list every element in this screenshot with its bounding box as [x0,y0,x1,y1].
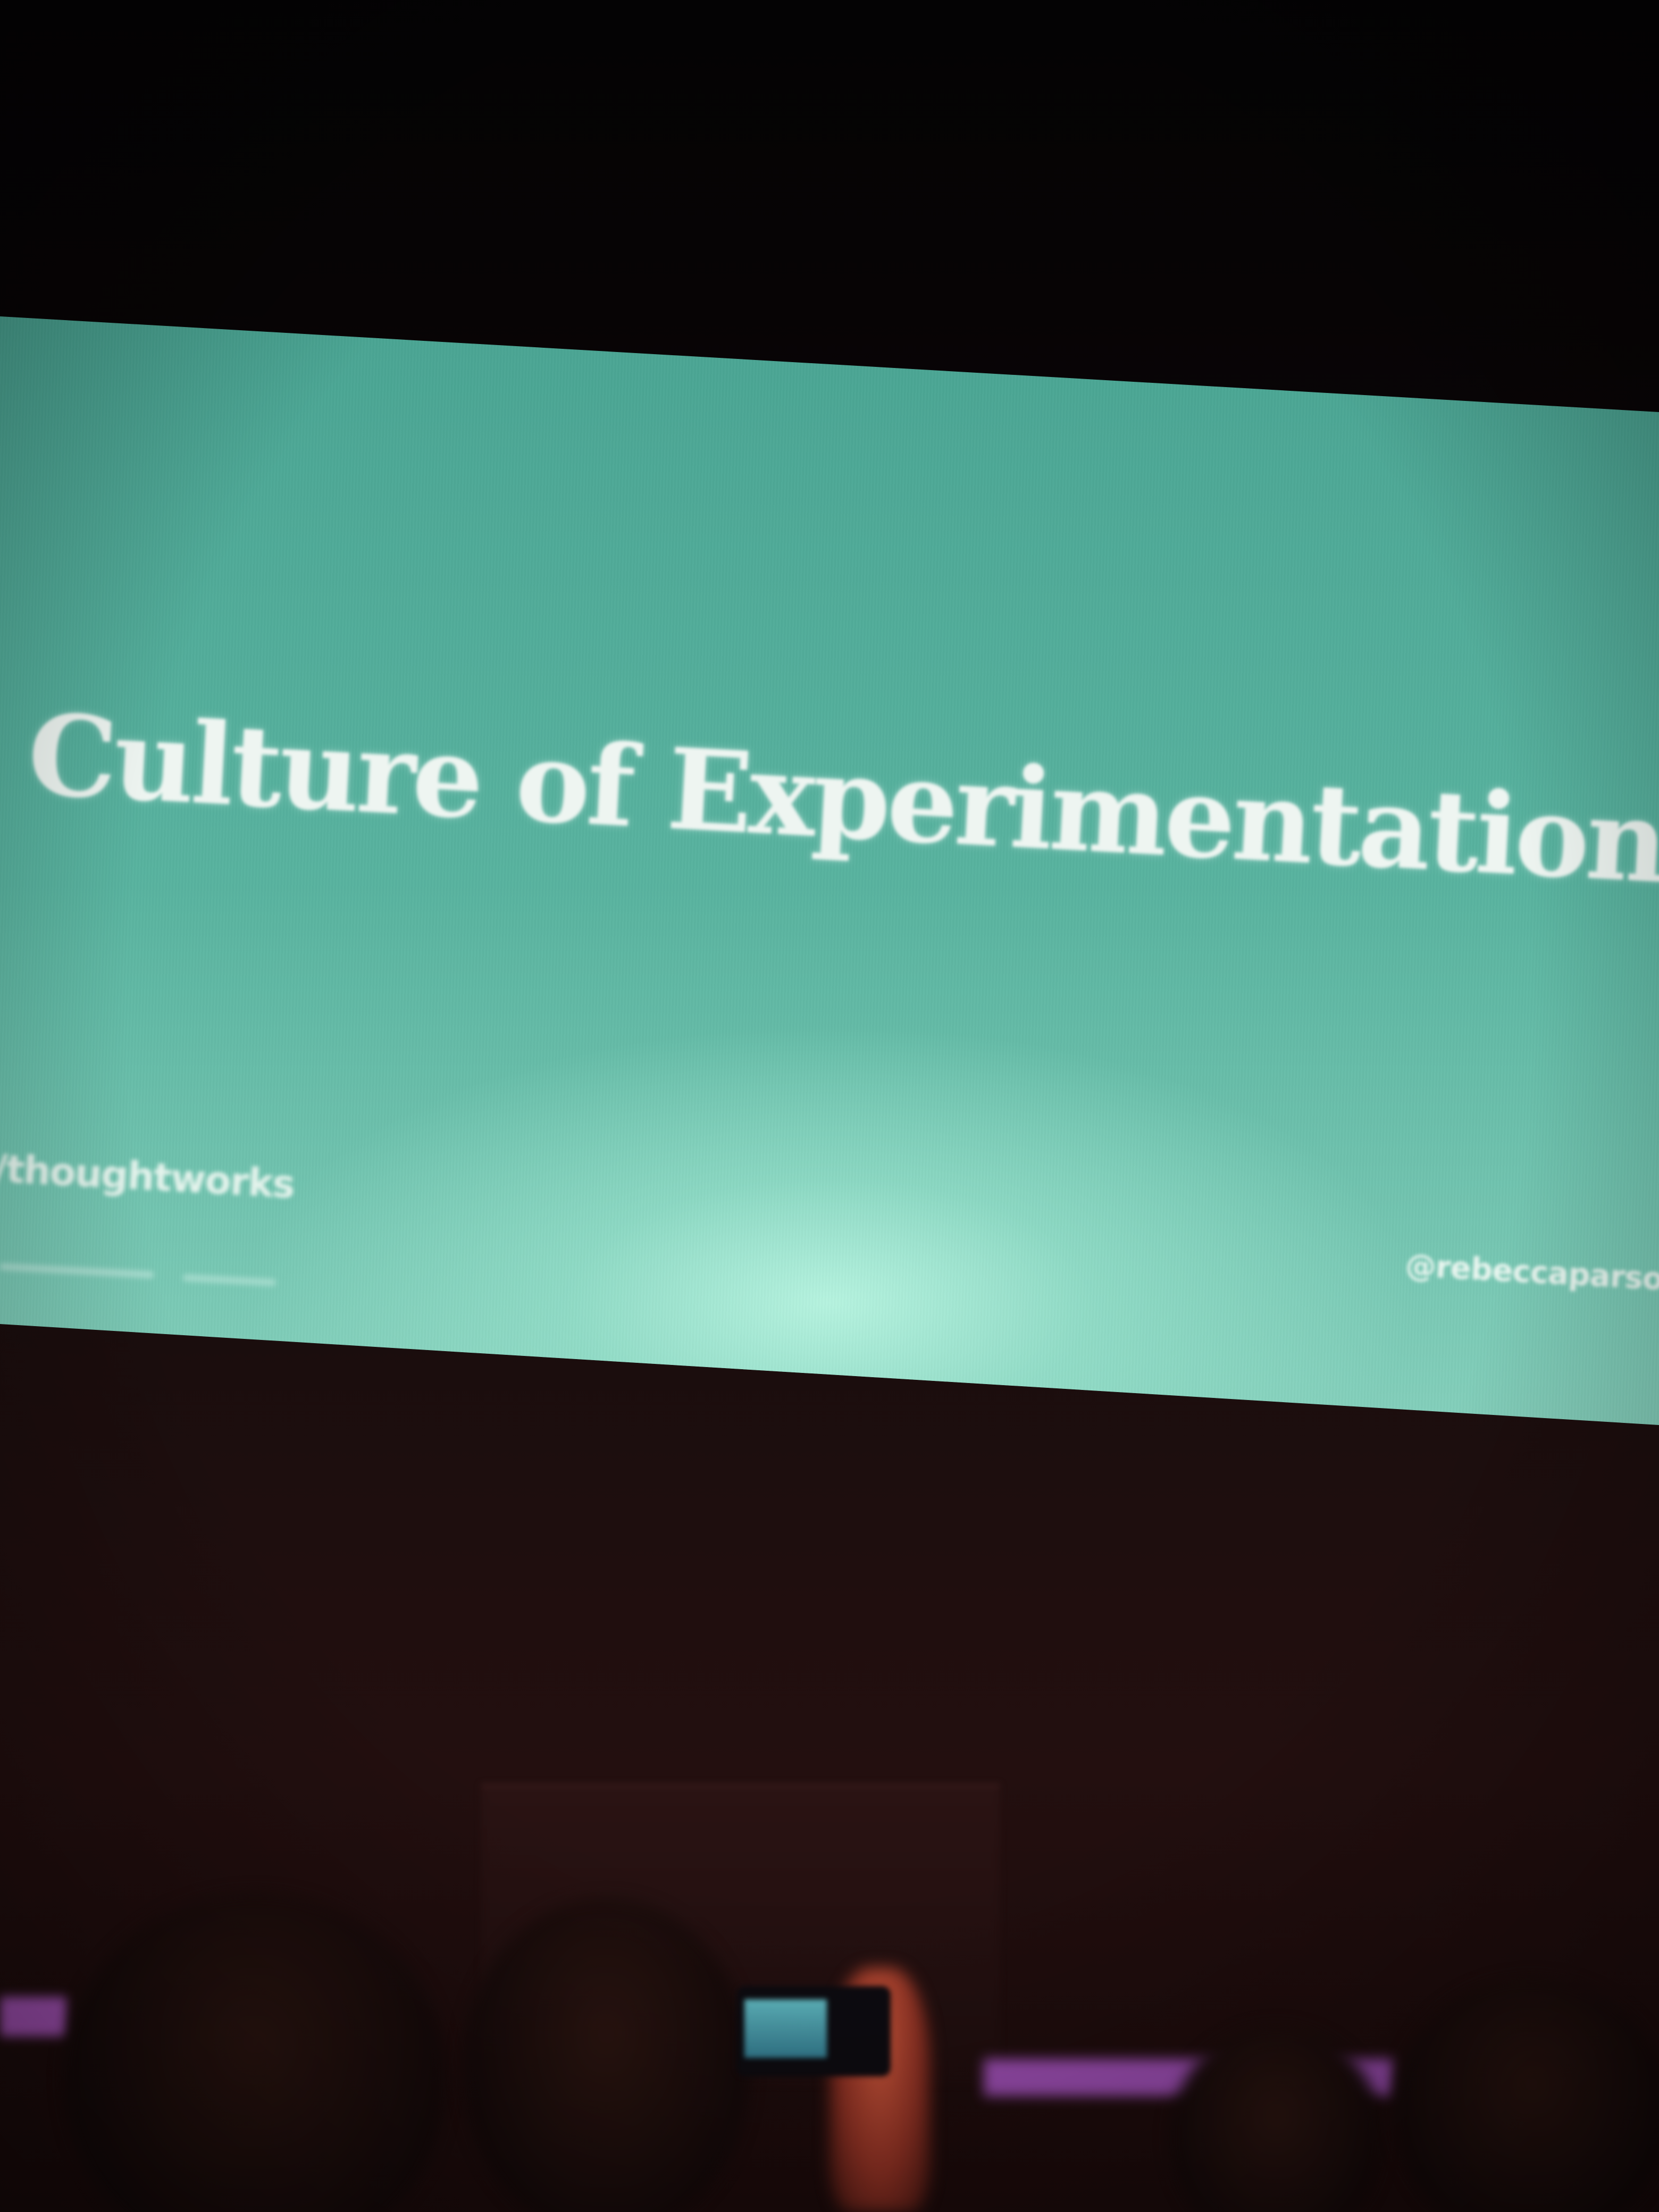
photo-scene: Culture of Experimentation /thoughtworks… [0,0,1659,2212]
audience-head [64,1893,447,2212]
audience-head [1170,2026,1382,2212]
phone-screen-glow [744,1999,827,2058]
stage-light-left [0,1997,66,2037]
audience-head [1393,1978,1659,2212]
